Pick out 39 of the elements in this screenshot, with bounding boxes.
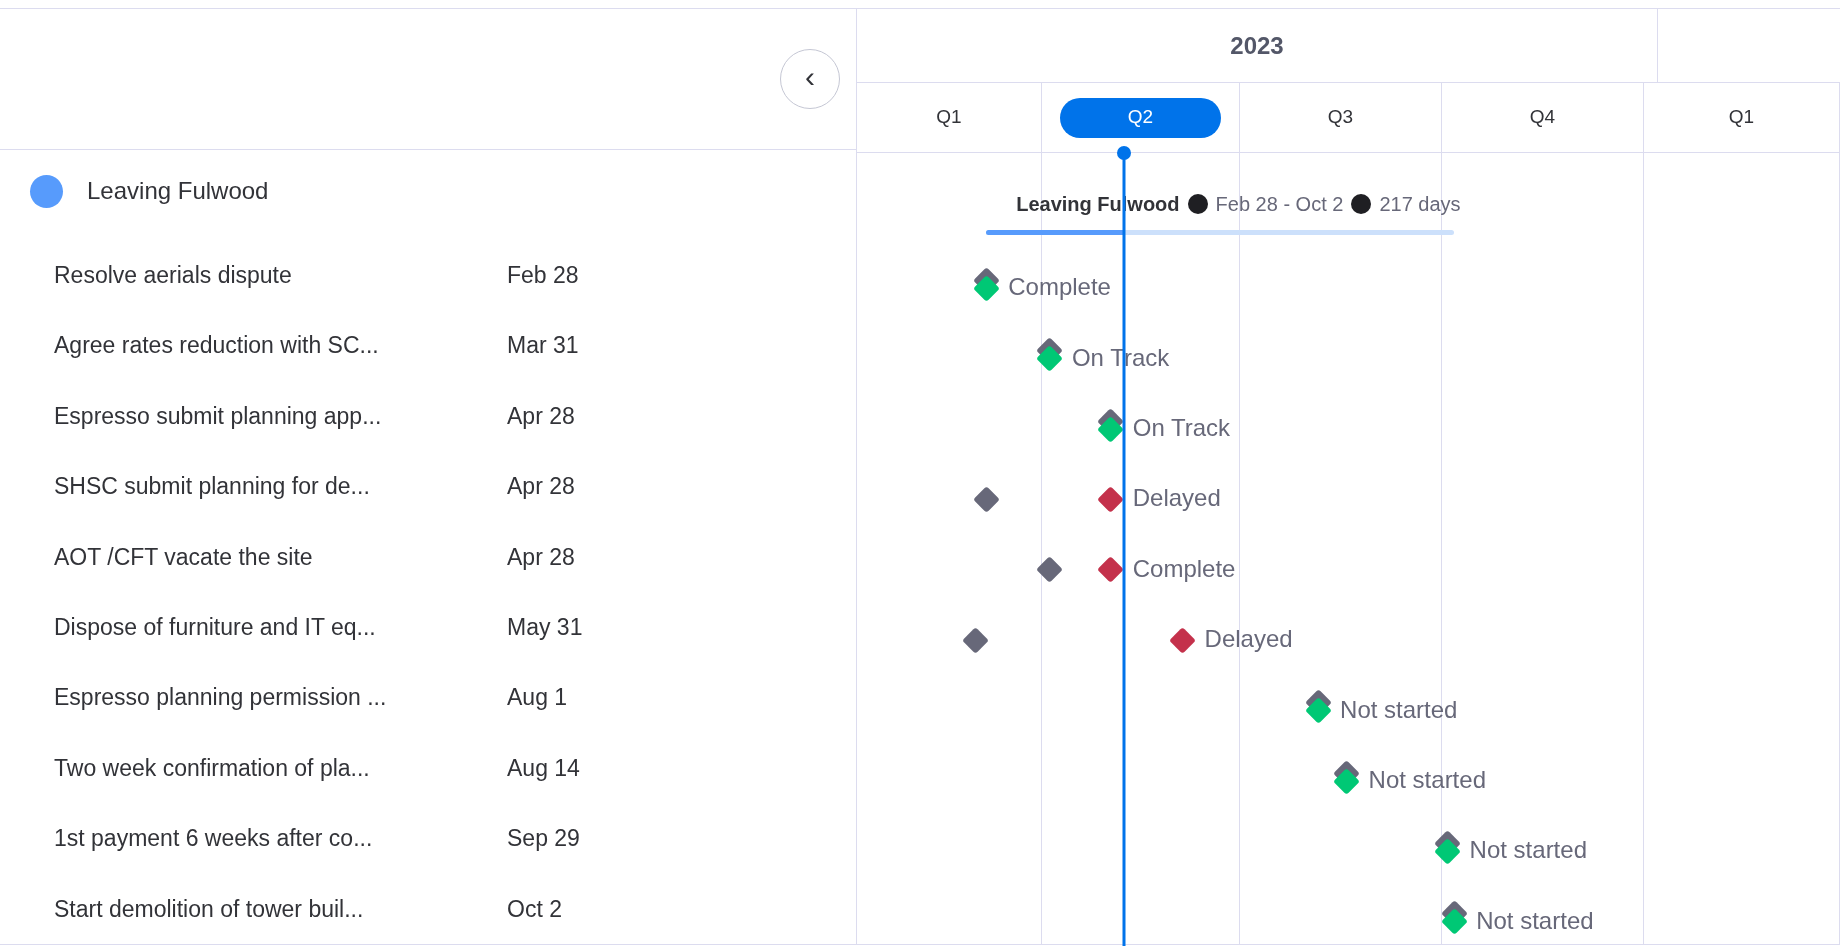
status-label: Delayed [1204,627,1293,652]
group-date-range: Feb 28 - Oct 2 [1215,192,1344,217]
task-name: SHSC submit planning for de... [54,472,371,502]
status-label: Not started [1476,908,1594,933]
task-name: Resolve aerials dispute [54,261,293,291]
quarter-label[interactable]: Q2 [1060,97,1221,138]
task-name: Start demolition of tower buil... [54,894,365,924]
task-date: Aug 1 [507,683,568,713]
task-name: Dispose of furniture and IT eq... [54,613,377,642]
task-date: May 31 [507,613,583,642]
collapse-button[interactable]: ‹ [780,48,840,109]
status-label: Not started [1340,697,1458,722]
task-date: Apr 28 [507,401,575,431]
task-date: Sep 29 [507,824,580,854]
status-label: Complete [1008,275,1111,300]
quarter-label[interactable]: Q3 [1327,103,1354,132]
task-date: Mar 31 [507,331,579,361]
task-name: AOT /CFT vacate the site [54,542,314,572]
task-name: Espresso submit planning app... [54,401,383,431]
status-label: Delayed [1132,486,1221,511]
group-name: Leaving Fulwood [87,176,269,206]
quarter-label[interactable]: Q1 [1728,103,1755,132]
task-date: Feb 28 [507,261,579,291]
task-date: Apr 28 [507,472,575,502]
task-name: Espresso planning permission ... [54,683,388,713]
status-label: Not started [1368,768,1486,792]
task-name: Agree rates reduction with SC... [54,331,380,361]
status-label: Not started [1469,838,1587,863]
group-duration: 217 days [1379,192,1461,217]
task-date: Apr 28 [507,542,575,572]
task-name: 1st payment 6 weeks after co... [54,824,374,854]
task-date: Aug 14 [507,753,580,783]
status-label: On Track [1132,416,1231,440]
quarter-label[interactable]: Q4 [1529,103,1556,132]
task-date: Oct 2 [507,894,562,924]
status-label: Complete [1132,556,1236,581]
task-name: Two week confirmation of pla... [54,753,371,783]
year-header: 2023 [857,9,1658,82]
quarter-label[interactable]: Q1 [936,103,962,132]
